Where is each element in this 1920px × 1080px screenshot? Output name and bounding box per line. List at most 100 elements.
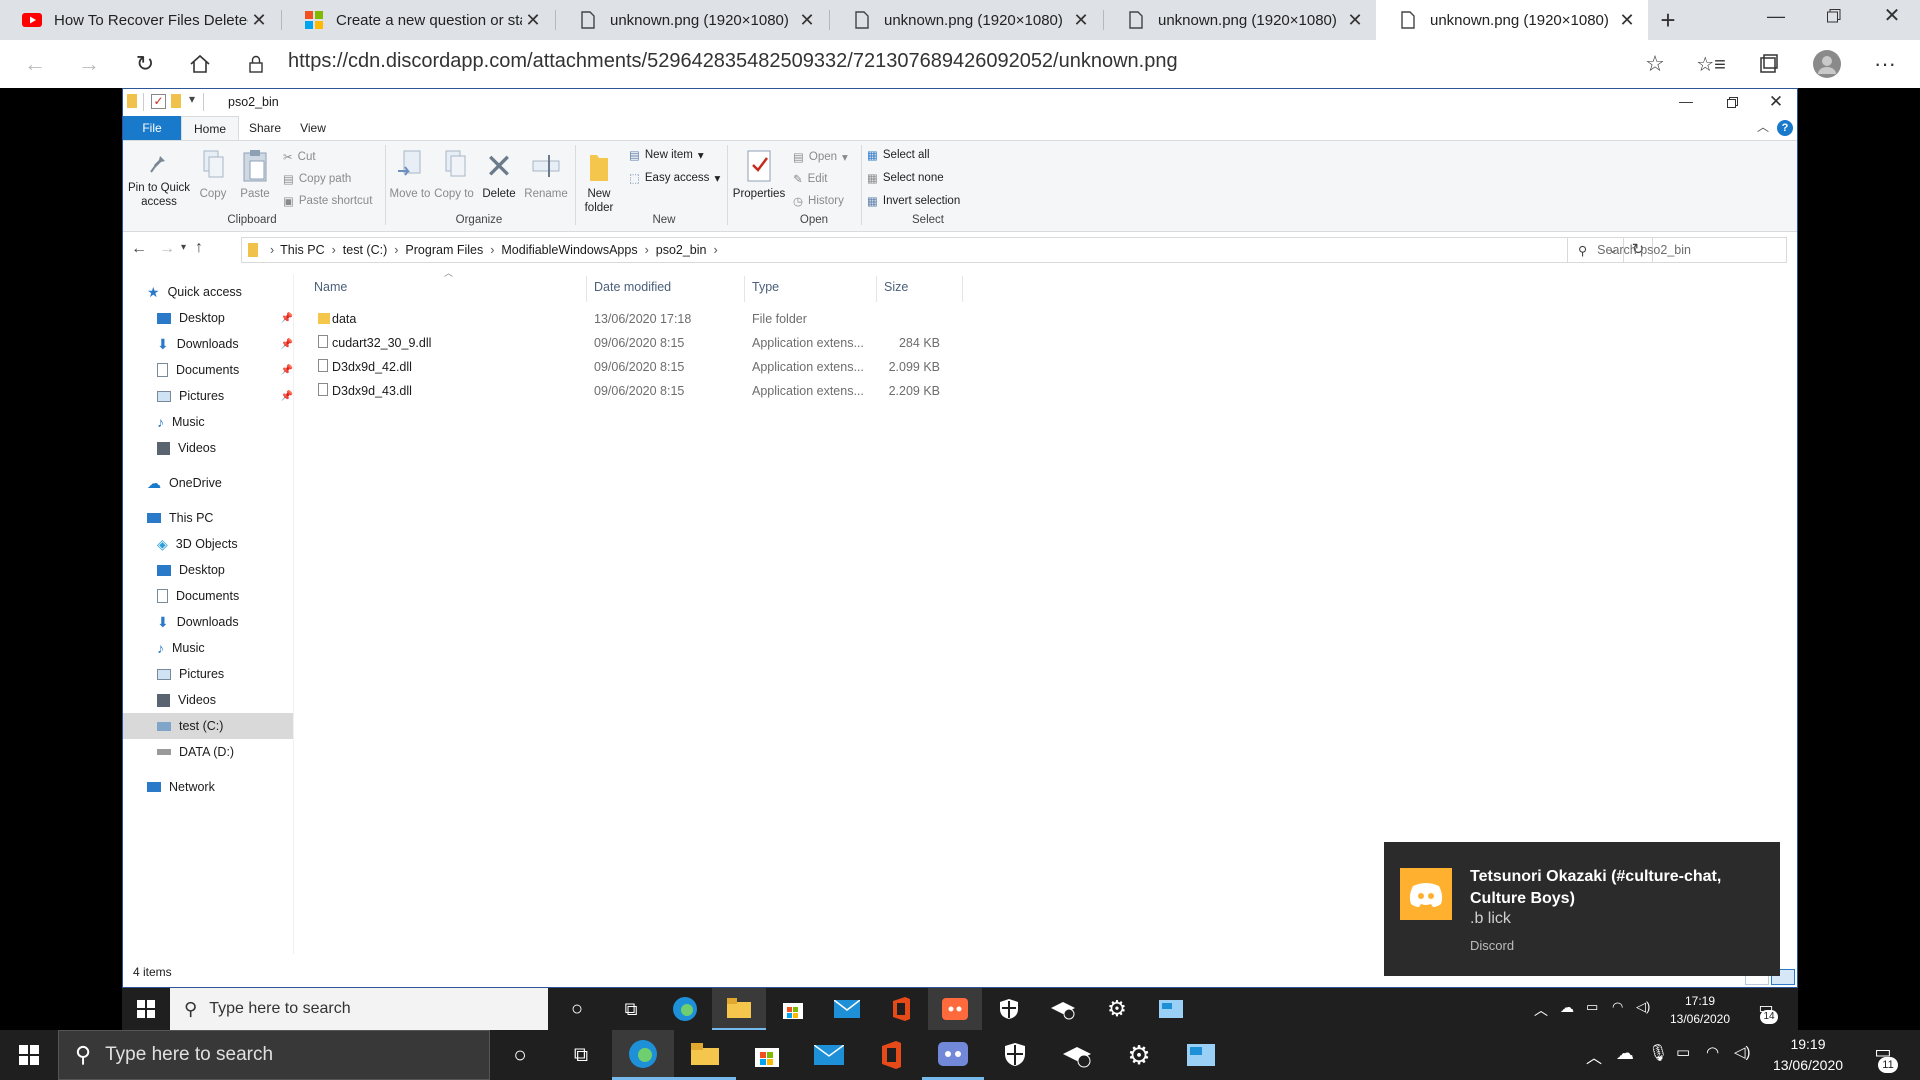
wifi-icon[interactable]: ◠ [1706, 1043, 1719, 1061]
select-all-button[interactable]: ▦ Select all [867, 148, 930, 162]
discord-taskbar-icon[interactable] [922, 1030, 984, 1080]
tab-share[interactable]: Share [241, 116, 289, 140]
breadcrumb-item[interactable]: test (C:) [343, 243, 387, 257]
onedrive-tray-icon[interactable]: ☁ [1616, 1043, 1634, 1064]
nav-qa-desktop[interactable]: Desktop 📌 [157, 305, 293, 331]
forward-arrow-icon[interactable]: → [159, 240, 175, 258]
tab-home[interactable]: Home [181, 116, 239, 140]
close-tab-icon[interactable]: ✕ [522, 10, 544, 31]
file-row[interactable]: D3dx9d_42.dll 09/06/2020 8:15 Applicatio… [304, 356, 954, 380]
tray-overflow-icon[interactable]: ︿ [1586, 1044, 1602, 1068]
file-row[interactable]: cudart32_30_9.dll 09/06/2020 8:15 Applic… [304, 332, 954, 356]
open-button[interactable]: ▤ Open ▾ [793, 150, 848, 164]
nav-qa-music[interactable]: ♪ Music [157, 409, 205, 435]
column-divider[interactable] [744, 276, 745, 302]
nav-pc-drive-c[interactable]: test (C:) [123, 713, 293, 739]
nav-pc-drive-d[interactable]: DATA (D:) [157, 739, 234, 765]
volume-icon[interactable]: ◁) [1636, 999, 1650, 1015]
tab-view[interactable]: View [289, 116, 337, 140]
task-view-icon[interactable]: ⧉ [550, 1030, 612, 1080]
battery-icon[interactable]: ▭ [1676, 1043, 1690, 1061]
store-icon[interactable] [736, 1030, 798, 1080]
clock[interactable]: 19:19 13/06/2020 [1762, 1034, 1854, 1076]
inner-taskbar-search[interactable]: ⚲ Type here to search [170, 988, 548, 1030]
task-view-icon[interactable]: ⧉ [604, 988, 658, 1030]
column-header-name[interactable]: Name [314, 280, 347, 294]
lock-icon[interactable] [245, 48, 267, 80]
breadcrumb-item[interactable]: Program Files [405, 243, 483, 257]
copy-button[interactable]: Copy [193, 149, 233, 201]
close-tab-icon[interactable]: ✕ [1070, 10, 1092, 31]
url-field[interactable]: https://cdn.discordapp.com/attachments/5… [288, 50, 1178, 73]
battery-icon[interactable]: ▭ [1586, 999, 1598, 1015]
close-tab-icon[interactable]: ✕ [1344, 10, 1366, 31]
new-folder-qat-icon[interactable] [171, 94, 181, 108]
favorite-star-icon[interactable]: ☆ [1638, 48, 1672, 80]
new-folder-button[interactable]: New folder [579, 149, 619, 215]
office-icon[interactable] [874, 988, 928, 1030]
cortana-icon[interactable]: ○ [550, 988, 604, 1030]
restore-button[interactable] [1806, 0, 1862, 32]
microphone-icon[interactable]: 🎙 [1648, 1043, 1668, 1063]
paste-shortcut-button[interactable]: ▣ Paste shortcut [283, 194, 372, 208]
settings-gear-icon[interactable]: ⚙ [1090, 988, 1144, 1030]
collapse-ribbon-icon[interactable]: ︿ [1757, 118, 1769, 135]
inner-clock[interactable]: 17:19 13/06/2020 [1660, 992, 1740, 1028]
breadcrumb-item[interactable]: This PC [280, 243, 324, 257]
nav-quick-access[interactable]: ★ Quick access [147, 279, 242, 305]
nav-pc-documents[interactable]: Documents [157, 583, 239, 609]
close-window-button[interactable]: ✕ [1864, 0, 1920, 32]
edge-icon[interactable] [658, 988, 712, 1030]
forward-icon[interactable]: → [72, 48, 106, 80]
profile-avatar[interactable] [1810, 48, 1844, 80]
more-menu-icon[interactable]: ··· [1868, 48, 1902, 80]
discord-taskbar-icon[interactable] [928, 988, 982, 1030]
refresh-icon[interactable]: ↻ [128, 48, 162, 80]
recent-locations-icon[interactable]: ▾ [181, 242, 186, 253]
browser-tab-active[interactable]: unknown.png (1920×1080) ✕ [1376, 0, 1648, 40]
edge-icon[interactable] [612, 1030, 674, 1080]
select-none-button[interactable]: ▦ Select none [867, 171, 944, 185]
windows-start-icon[interactable] [0, 1030, 58, 1080]
windows-start-icon[interactable] [122, 988, 170, 1030]
collections-icon[interactable] [1752, 48, 1786, 80]
file-explorer-taskbar-icon[interactable] [674, 1030, 736, 1080]
column-header-type[interactable]: Type [752, 280, 779, 294]
nav-pc-downloads[interactable]: ⬇ Downloads [157, 609, 239, 635]
minimize-button[interactable]: — [1748, 0, 1804, 32]
security-shield-icon[interactable] [982, 988, 1036, 1030]
search-box[interactable]: ⚲ Search pso2_bin [1567, 237, 1787, 263]
steam-icon[interactable] [1036, 988, 1090, 1030]
nav-pc-music[interactable]: ♪ Music [157, 635, 205, 661]
explorer-close-button[interactable]: ✕ [1755, 89, 1797, 116]
nav-network[interactable]: Network [147, 774, 215, 800]
wifi-icon[interactable]: ◠ [1612, 999, 1623, 1015]
browser-tab[interactable]: How To Recover Files Deleted ✕ [0, 0, 280, 40]
up-arrow-icon[interactable]: ↑ [195, 239, 203, 257]
file-row[interactable]: data 13/06/2020 17:18 File folder [304, 308, 954, 332]
settings-gear-icon[interactable]: ⚙ [1108, 1030, 1170, 1080]
close-tab-icon[interactable]: ✕ [248, 10, 270, 31]
pin-to-quick-access-button[interactable]: Pin to Quick access [127, 149, 191, 209]
properties-check-icon[interactable]: ✓ [151, 94, 166, 109]
home-icon[interactable] [183, 48, 217, 80]
copy-to-button[interactable]: Copy to [433, 149, 475, 201]
column-header-size[interactable]: Size [884, 280, 908, 294]
new-item-button[interactable]: ▤ New item ▾ [629, 148, 704, 162]
column-header-date[interactable]: Date modified [594, 280, 671, 294]
history-button[interactable]: ◷ History [793, 194, 844, 208]
office-icon[interactable] [860, 1030, 922, 1080]
close-tab-icon[interactable]: ✕ [1616, 10, 1638, 31]
breadcrumb[interactable]: › This PC › test (C:) › Program Files › … [241, 237, 1653, 263]
delete-button[interactable]: ✕ Delete [479, 149, 519, 201]
steam-icon[interactable] [1046, 1030, 1108, 1080]
column-divider[interactable] [876, 276, 877, 302]
file-explorer-taskbar-icon[interactable] [712, 988, 766, 1030]
explorer-minimize-button[interactable]: — [1663, 89, 1709, 116]
nav-pc-pictures[interactable]: Pictures [157, 661, 224, 687]
nav-onedrive[interactable]: ☁ OneDrive [147, 470, 222, 496]
properties-button[interactable]: Properties [731, 149, 787, 201]
back-icon[interactable]: ← [18, 48, 52, 80]
column-divider[interactable] [962, 276, 963, 302]
nav-qa-videos[interactable]: Videos [157, 435, 216, 461]
